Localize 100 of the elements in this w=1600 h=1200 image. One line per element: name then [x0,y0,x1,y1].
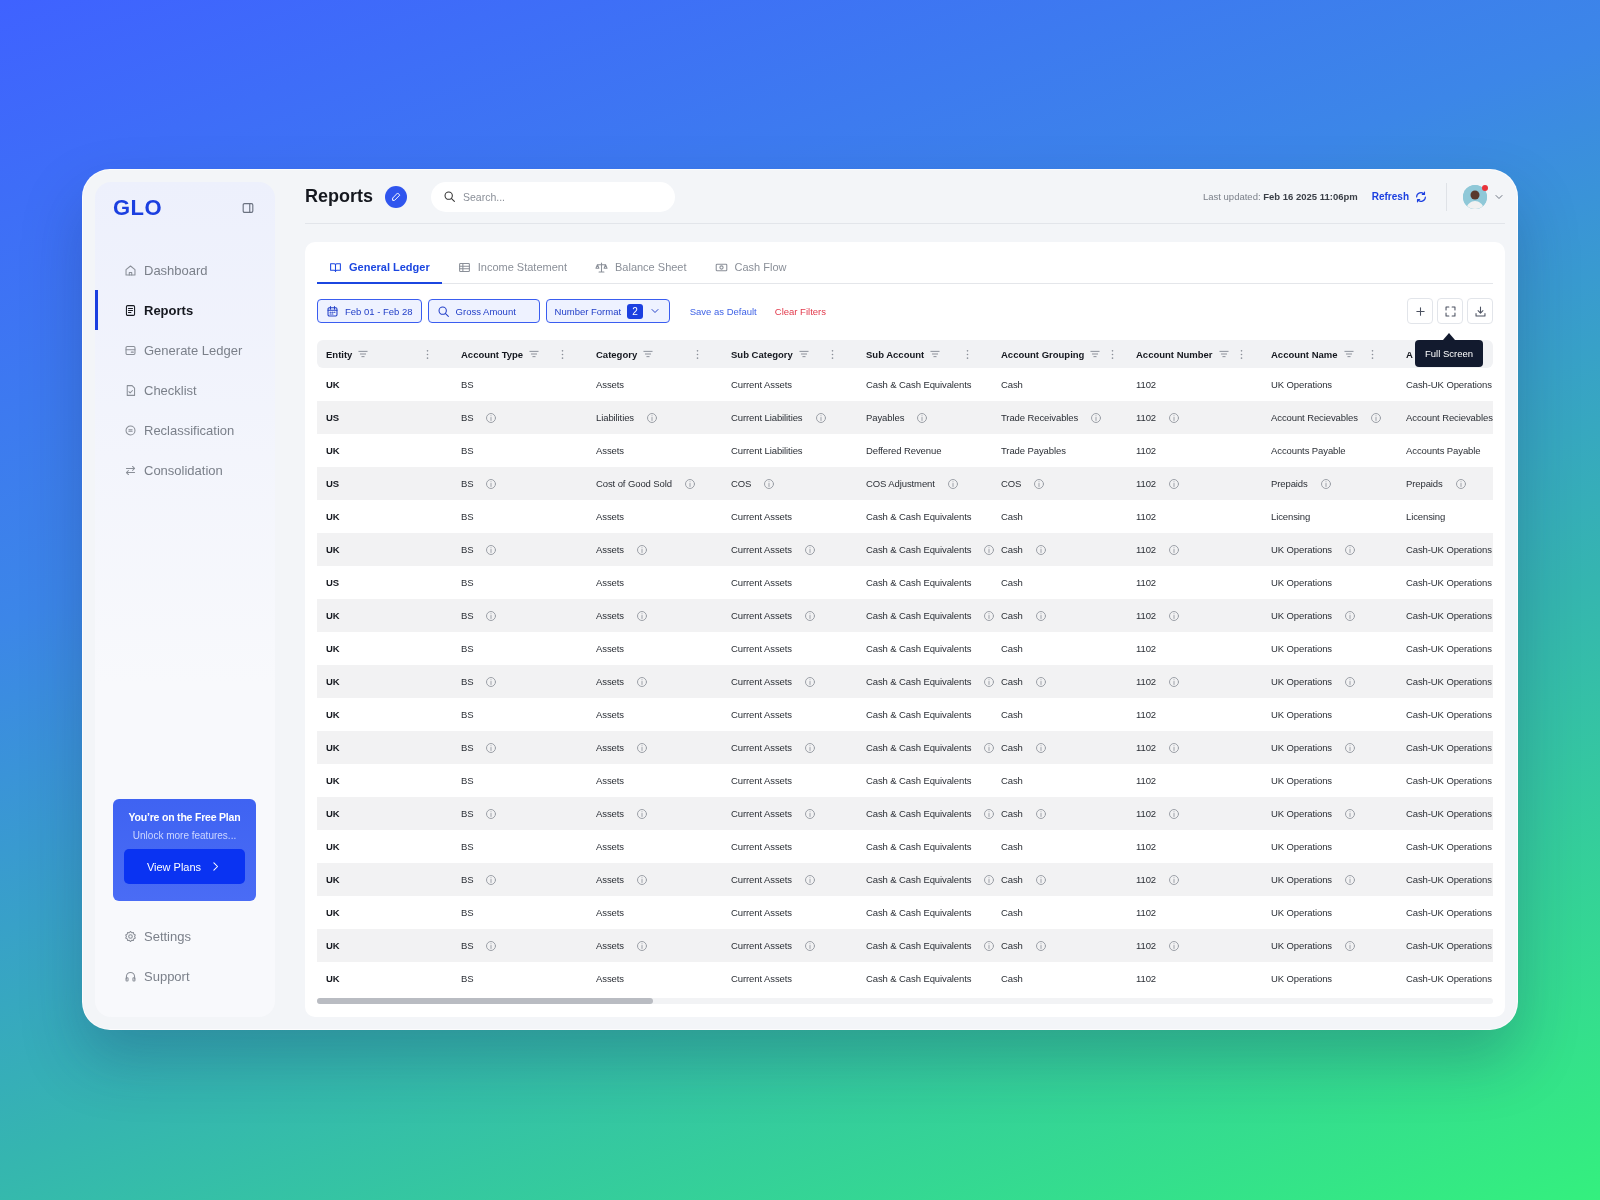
info-icon[interactable] [983,873,996,886]
info-icon[interactable] [1344,807,1356,820]
info-icon[interactable] [635,543,648,556]
info-icon[interactable] [635,609,648,622]
save-default-link[interactable]: Save as Default [685,305,761,317]
info-icon[interactable] [1168,741,1181,754]
panel-toggle-icon[interactable] [241,201,255,215]
info-icon[interactable] [485,477,498,490]
refresh-button[interactable]: Refresh [1371,189,1428,204]
info-icon[interactable] [803,741,816,754]
info-icon[interactable] [1454,477,1467,490]
info-icon[interactable] [1168,543,1181,556]
info-icon[interactable] [1090,411,1103,424]
info-icon[interactable] [485,609,498,622]
info-icon[interactable] [803,807,816,820]
horizontal-scrollbar[interactable] [317,998,1493,1004]
info-icon[interactable] [1344,939,1356,952]
info-icon[interactable] [803,939,816,952]
info-icon[interactable] [983,675,996,688]
info-icon[interactable] [485,543,498,556]
info-icon[interactable] [983,807,996,820]
user-avatar[interactable] [1463,184,1487,209]
nav-item[interactable]: Generate Ledger [95,330,275,370]
info-icon[interactable] [803,873,816,886]
info-icon[interactable] [803,543,816,556]
info-icon[interactable] [1034,675,1047,688]
filter-icon[interactable] [528,348,541,360]
info-icon[interactable] [983,939,996,952]
filter-icon[interactable] [357,348,370,360]
info-icon[interactable] [1034,873,1047,886]
info-icon[interactable] [1344,873,1356,886]
info-icon[interactable] [1034,807,1047,820]
info-icon[interactable] [803,609,816,622]
report-tab[interactable]: Cash Flow [702,252,799,284]
nav-item[interactable]: Consolidation [95,450,275,490]
info-icon[interactable] [485,807,498,820]
filter-icon[interactable] [1217,348,1230,360]
edit-button[interactable] [385,185,407,208]
clear-filters-link[interactable]: Clear Filters [770,305,830,317]
info-icon[interactable] [1168,873,1181,886]
info-icon[interactable] [1344,543,1356,556]
info-icon[interactable] [485,675,498,688]
info-icon[interactable] [635,741,648,754]
info-icon[interactable] [1034,741,1047,754]
view-plans-button[interactable]: View Plans [124,849,245,884]
info-icon[interactable] [683,477,696,490]
date-range-button[interactable]: Feb 01 - Feb 28 [317,299,422,323]
info-icon[interactable] [1168,411,1181,424]
scrollbar-thumb[interactable] [317,998,653,1004]
download-button[interactable] [1467,298,1493,324]
info-icon[interactable] [485,411,498,424]
info-icon[interactable] [635,675,648,688]
info-icon[interactable] [1033,477,1046,490]
info-icon[interactable] [1344,741,1356,754]
report-tab[interactable]: Balance Sheet [583,252,699,284]
info-icon[interactable] [983,609,996,622]
info-icon[interactable] [646,411,658,424]
filter-icon[interactable] [797,348,810,360]
info-icon[interactable] [635,873,648,886]
info-icon[interactable] [635,939,648,952]
info-icon[interactable] [1034,939,1047,952]
filter-icon[interactable] [929,348,942,360]
nav-item[interactable]: Checklist [95,370,275,410]
info-icon[interactable] [983,543,996,556]
report-tab[interactable]: General Ledger [317,252,442,284]
nav-item[interactable]: Support [95,956,275,996]
info-icon[interactable] [946,477,959,490]
info-icon[interactable] [1168,807,1181,820]
filter-icon[interactable] [1089,348,1102,360]
info-icon[interactable] [916,411,929,424]
info-icon[interactable] [763,477,776,490]
info-icon[interactable] [1034,609,1047,622]
nav-item[interactable]: Settings [95,916,275,956]
nav-item[interactable]: Reports [95,290,275,330]
info-icon[interactable] [485,873,498,886]
info-icon[interactable] [485,741,498,754]
info-icon[interactable] [1319,477,1332,490]
amount-filter-button[interactable]: Gross Amount [427,299,540,323]
info-icon[interactable] [1034,543,1047,556]
info-icon[interactable] [1369,411,1382,424]
info-icon[interactable] [983,741,996,754]
filter-icon[interactable] [1342,348,1355,360]
info-icon[interactable] [1168,675,1181,688]
info-icon[interactable] [1168,939,1181,952]
nav-item[interactable]: Dashboard [95,250,275,290]
info-icon[interactable] [1344,609,1356,622]
info-icon[interactable] [485,939,498,952]
info-icon[interactable] [1344,675,1356,688]
info-icon[interactable] [803,675,816,688]
info-icon[interactable] [635,807,648,820]
nav-item[interactable]: Reclassification [95,410,275,450]
info-icon[interactable] [1168,609,1181,622]
info-icon[interactable] [814,411,827,424]
add-button[interactable] [1407,298,1433,324]
fullscreen-button[interactable] [1437,298,1463,324]
filter-icon[interactable] [642,348,655,360]
report-tab[interactable]: Income Statement [445,252,579,284]
number-format-dropdown[interactable]: Number Format 2 [545,299,670,323]
info-icon[interactable] [1168,477,1181,490]
search-field[interactable]: Search... [431,181,675,212]
